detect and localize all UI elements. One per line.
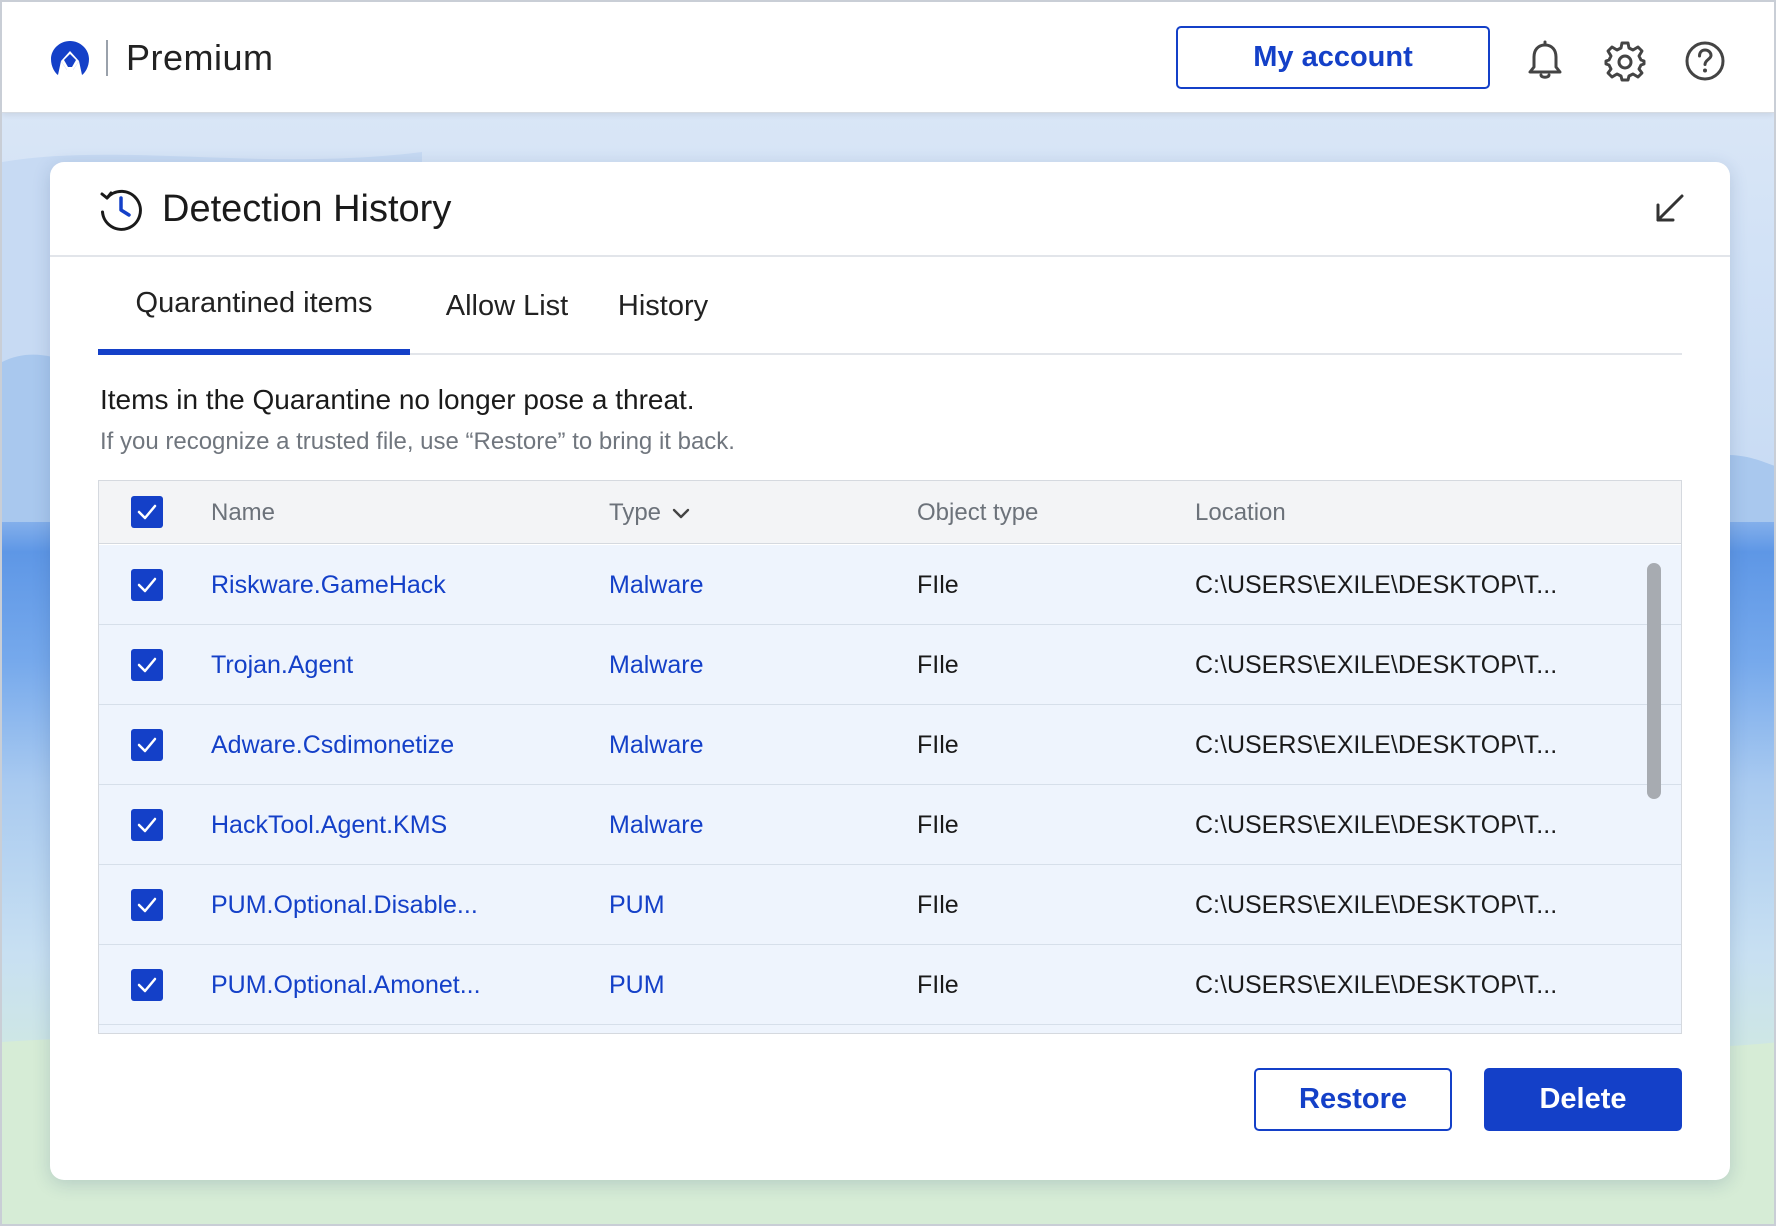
tab-bar: Quarantined items Allow List History xyxy=(98,258,1682,355)
threat-type: Malware xyxy=(609,570,704,599)
panel-title: Detection History xyxy=(162,188,452,230)
table-row[interactable]: HackTool.Agent.KMS Malware FIle C:\USERS\EX… xyxy=(99,785,1681,865)
threat-name[interactable]: PUM.Optional.Disable... xyxy=(211,865,478,945)
threat-name[interactable]: HackTool.Agent.KMS xyxy=(211,785,447,865)
object-type: FIle xyxy=(917,810,959,839)
threat-name[interactable]: Riskware.GameHack xyxy=(211,545,446,625)
object-type: FIle xyxy=(917,650,959,679)
object-type: FIle xyxy=(917,970,959,999)
checkmark-icon xyxy=(137,977,157,993)
brand: Premium xyxy=(48,36,274,80)
my-account-button[interactable]: My account xyxy=(1176,26,1490,89)
column-header-type-label: Type xyxy=(609,498,662,526)
checkmark-icon xyxy=(137,897,157,913)
brand-separator xyxy=(106,40,108,76)
threat-type: PUM xyxy=(609,970,665,999)
file-location: C:\USERS\EXILE\DESKTOP\T... xyxy=(1195,970,1558,999)
top-bar: Premium My account xyxy=(2,2,1774,113)
threat-type: PUM xyxy=(609,890,665,919)
checkmark-icon xyxy=(137,504,157,520)
row-checkbox[interactable] xyxy=(131,569,163,601)
tab-history[interactable]: History xyxy=(598,258,728,355)
quarantine-hint: If you recognize a trusted file, use “Re… xyxy=(100,428,735,455)
panel-header: Detection History xyxy=(50,162,1730,257)
table-row[interactable]: PUM.Optional.Amonet... PUM FIle C:\USERS\EX… xyxy=(99,945,1681,1025)
table-row[interactable]: Adware.Csdimonetize Malware FIle C:\USERS\E… xyxy=(99,705,1681,785)
file-location: C:\USERS\EXILE\DESKTOP\T... xyxy=(1195,730,1558,759)
checkmark-icon xyxy=(137,657,157,673)
checkmark-icon xyxy=(137,737,157,753)
row-checkbox[interactable] xyxy=(131,729,163,761)
tab-allow-list[interactable]: Allow List xyxy=(432,258,582,355)
row-checkbox[interactable] xyxy=(131,889,163,921)
bell-icon[interactable] xyxy=(1524,40,1566,82)
file-location: C:\USERS\EXILE\DESKTOP\T... xyxy=(1195,890,1558,919)
gear-icon[interactable] xyxy=(1604,40,1646,82)
collapse-arrow-icon[interactable] xyxy=(1652,192,1686,226)
tab-quarantined-items[interactable]: Quarantined items xyxy=(98,258,410,355)
quarantine-table: Name Type Object type Location Riskware.… xyxy=(98,480,1682,1034)
table-row-partial xyxy=(99,1025,1681,1033)
table-row[interactable]: Riskware.GameHack Malware FIle C:\USERS\EXI… xyxy=(99,545,1681,625)
file-location: C:\USERS\EXILE\DESKTOP\T... xyxy=(1195,650,1558,679)
threat-type: Malware xyxy=(609,730,704,759)
restore-button[interactable]: Restore xyxy=(1254,1068,1452,1131)
object-type: FIle xyxy=(917,890,959,919)
threat-type: Malware xyxy=(609,650,704,679)
threat-name[interactable]: Adware.Csdimonetize xyxy=(211,705,454,785)
column-header-location[interactable]: Location xyxy=(1195,481,1286,544)
checkmark-icon xyxy=(137,817,157,833)
column-header-object-type[interactable]: Object type xyxy=(917,481,1038,544)
threat-name[interactable]: Trojan.Agent xyxy=(211,625,353,705)
app-window: Premium My account Detection History Qua… xyxy=(0,0,1776,1226)
table-row[interactable]: Trojan.Agent Malware FIle C:\USERS\EXILE\DE… xyxy=(99,625,1681,705)
file-location: C:\USERS\EXILE\DESKTOP\T... xyxy=(1195,570,1558,599)
file-location: C:\USERS\EXILE\DESKTOP\T... xyxy=(1195,810,1558,839)
row-checkbox[interactable] xyxy=(131,809,163,841)
table-header: Name Type Object type Location xyxy=(99,481,1681,544)
quarantine-description: Items in the Quarantine no longer pose a… xyxy=(100,384,695,415)
threat-type: Malware xyxy=(609,810,704,839)
column-header-name[interactable]: Name xyxy=(211,481,275,544)
help-icon[interactable] xyxy=(1684,40,1726,82)
threat-name[interactable]: PUM.Optional.Amonet... xyxy=(211,945,481,1025)
row-checkbox[interactable] xyxy=(131,969,163,1001)
select-all-checkbox[interactable] xyxy=(131,496,163,528)
history-clock-icon xyxy=(100,189,142,231)
chevron-down-icon xyxy=(672,508,690,518)
object-type: FIle xyxy=(917,570,959,599)
row-checkbox[interactable] xyxy=(131,649,163,681)
detection-history-panel: Detection History Quarantined items Allo… xyxy=(50,162,1730,1180)
product-name: Premium xyxy=(126,37,274,78)
checkmark-icon xyxy=(137,577,157,593)
column-header-type[interactable]: Type xyxy=(609,481,691,544)
malwarebytes-logo-icon xyxy=(51,41,89,75)
table-scrollbar[interactable] xyxy=(1647,563,1661,799)
object-type: FIle xyxy=(917,730,959,759)
delete-button[interactable]: Delete xyxy=(1484,1068,1682,1131)
table-row[interactable]: PUM.Optional.Disable... PUM FIle C:\USERS\E… xyxy=(99,865,1681,945)
